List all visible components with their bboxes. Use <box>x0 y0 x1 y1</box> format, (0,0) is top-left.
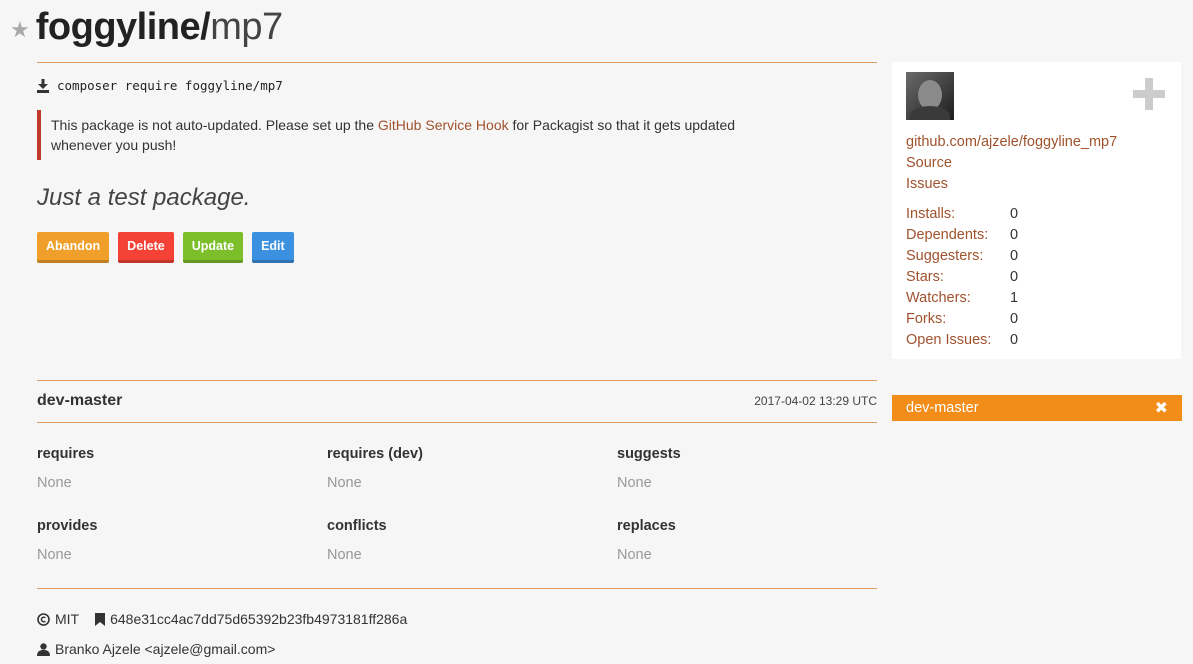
stat-label[interactable]: Watchers: <box>906 288 1010 309</box>
provides-label: provides <box>37 518 98 534</box>
divider <box>37 62 877 63</box>
avatar-body <box>910 106 950 120</box>
requires-value: None <box>37 475 72 491</box>
install-command-text: composer require foggyline/mp7 <box>57 78 283 93</box>
version-date: 2017-04-02 13:29 UTC <box>754 394 877 408</box>
version-selector-label: dev-master <box>906 400 979 416</box>
avatar[interactable] <box>906 72 954 120</box>
provides-block: provides None <box>37 518 327 563</box>
auto-update-alert: This package is not auto-updated. Please… <box>37 110 797 160</box>
conflicts-label: conflicts <box>327 518 387 534</box>
version-header: dev-master 2017-04-02 13:29 UTC <box>37 392 877 410</box>
stat-stars: Stars: 0 <box>906 267 1018 288</box>
divider <box>37 588 877 589</box>
replaces-value: None <box>617 547 652 563</box>
stat-value: 1 <box>1010 290 1019 306</box>
plus-icon[interactable] <box>1133 78 1165 110</box>
stat-value: 0 <box>1010 227 1019 243</box>
page-header: ★ foggyline/mp7 <box>10 2 283 52</box>
suggests-value: None <box>617 475 652 491</box>
close-icon[interactable]: ✖ <box>1155 398 1168 418</box>
install-command: composer require foggyline/mp7 <box>37 78 283 93</box>
stat-installs: Installs: 0 <box>906 204 1018 225</box>
stat-value: 0 <box>1010 206 1019 222</box>
action-buttons: Abandon Delete Update Edit <box>37 232 294 263</box>
page-title: foggyline/mp7 <box>36 6 283 49</box>
stat-label[interactable]: Forks: <box>906 309 1010 330</box>
requires-block: requires None <box>37 446 327 491</box>
author-text: Branko Ajzele <ajzele@gmail.com> <box>55 641 276 657</box>
copyright-icon <box>37 612 50 626</box>
stat-label: Installs: <box>906 206 956 222</box>
stat-dependents: Dependents: 0 <box>906 225 1018 246</box>
stat-watchers: Watchers: 1 <box>906 288 1018 309</box>
package-description: Just a test package. <box>37 184 251 211</box>
version-meta: MIT 648e31cc4ac7dd75d65392b23fb4973181ff… <box>37 611 407 627</box>
requires-dev-value: None <box>327 475 362 491</box>
stat-label[interactable]: Suggesters: <box>906 246 1010 267</box>
github-service-hook-link[interactable]: GitHub Service Hook <box>378 117 509 133</box>
stat-value: 0 <box>1010 248 1019 264</box>
source-link[interactable]: Source <box>906 153 1117 174</box>
stat-value: 0 <box>1010 269 1019 285</box>
alert-text-before: This package is not auto-updated. Please… <box>51 117 378 133</box>
user-icon <box>37 642 50 656</box>
edit-button[interactable]: Edit <box>252 232 294 263</box>
repository-link[interactable]: github.com/ajzele/foggyline_mp7 <box>906 132 1117 153</box>
divider <box>37 380 877 381</box>
delete-button[interactable]: Delete <box>118 232 174 263</box>
stat-value: 0 <box>1010 311 1019 327</box>
commit-hash: 648e31cc4ac7dd75d65392b23fb4973181ff286a <box>110 611 408 627</box>
stat-label[interactable]: Stars: <box>906 267 1010 288</box>
download-icon <box>37 78 49 93</box>
stat-forks: Forks: 0 <box>906 309 1018 330</box>
suggests-label: suggests <box>617 446 681 462</box>
package-stats: Installs: 0 Dependents: 0 Suggesters: 0 … <box>906 204 1018 351</box>
conflicts-block: conflicts None <box>327 518 617 563</box>
package-vendor: foggyline/ <box>35 5 211 48</box>
author-row: Branko Ajzele <ajzele@gmail.com> <box>37 641 275 657</box>
repo-links: github.com/ajzele/foggyline_mp7 Source I… <box>906 132 1117 195</box>
license-text: MIT <box>55 611 80 627</box>
stat-value: 0 <box>1010 332 1019 348</box>
abandon-button[interactable]: Abandon <box>37 232 110 263</box>
replaces-label: replaces <box>617 518 676 534</box>
conflicts-value: None <box>327 547 362 563</box>
stat-open-issues: Open Issues: 0 <box>906 330 1018 351</box>
suggests-block: suggests None <box>617 446 907 491</box>
package-name: mp7 <box>210 5 283 48</box>
requires-label: requires <box>37 446 95 462</box>
requires-dev-block: requires (dev) None <box>327 446 617 491</box>
star-icon[interactable]: ★ <box>10 17 30 43</box>
provides-value: None <box>37 547 72 563</box>
stat-label[interactable]: Open Issues: <box>906 330 1010 351</box>
replaces-block: replaces None <box>617 518 907 563</box>
requires-dev-label: requires (dev) <box>327 446 423 462</box>
update-button[interactable]: Update <box>182 232 244 263</box>
package-sidebar: github.com/ajzele/foggyline_mp7 Source I… <box>892 62 1181 359</box>
stat-label[interactable]: Dependents: <box>906 225 1010 246</box>
stat-suggesters: Suggesters: 0 <box>906 246 1018 267</box>
divider <box>37 422 877 423</box>
issues-link[interactable]: Issues <box>906 174 1117 195</box>
version-name: dev-master <box>37 392 123 409</box>
version-selector-item[interactable]: dev-master ✖ <box>892 395 1182 421</box>
bookmark-icon <box>95 612 106 626</box>
